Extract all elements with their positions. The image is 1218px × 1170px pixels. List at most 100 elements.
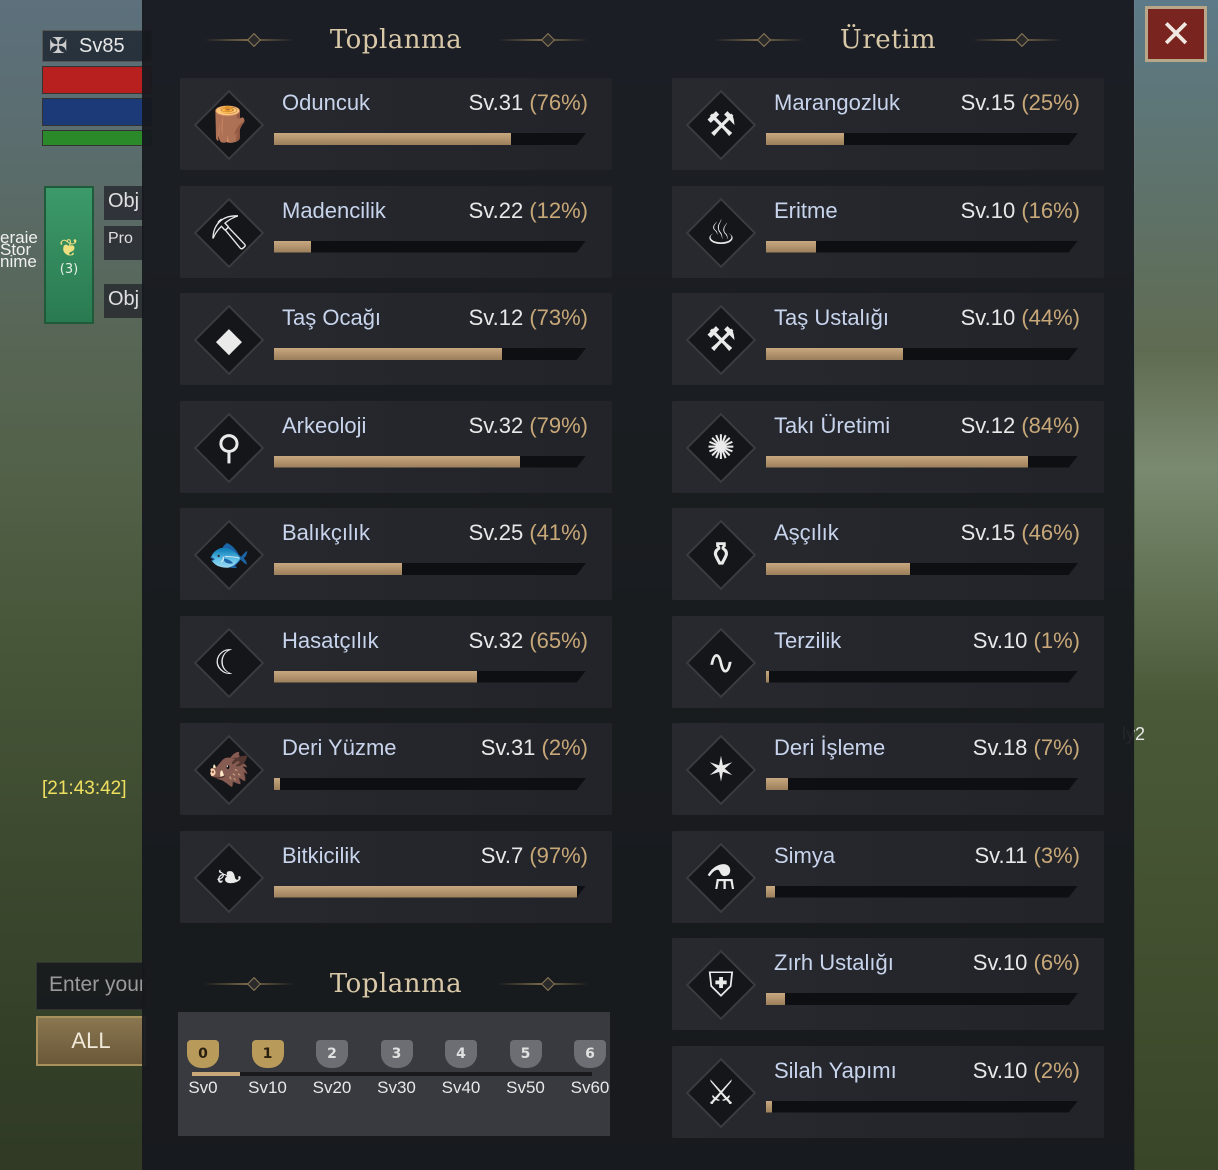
- production-skill-card[interactable]: ♨ Eritme Sv.10 (16%): [672, 185, 1104, 278]
- player-frame[interactable]: ✠ Sv85: [42, 30, 152, 146]
- skill-percent: (7%): [1033, 735, 1080, 760]
- shovel-icon: ⚲: [216, 427, 242, 468]
- skill-progress-fill: [766, 455, 1029, 468]
- skill-progress-fill: [274, 455, 521, 468]
- gathering-skill-card[interactable]: ❧ Bitkicilik Sv.7 (97%): [180, 830, 612, 923]
- skill-level-value: Sv.7: [480, 842, 530, 868]
- skill-progress-fill: [274, 563, 402, 575]
- production-skill-card[interactable]: ✶ Deri İşleme Sv.18 (7%): [672, 723, 1104, 815]
- gathering-skill-card[interactable]: ⚲ Arkeoloji Sv.32 (79%): [180, 400, 612, 493]
- gathering-skill-card[interactable]: 🐟 Balıkçılık Sv.25 (41%): [180, 508, 612, 600]
- skill-progress-bar: [766, 563, 1078, 575]
- production-skill-card[interactable]: ⚒ Marangozluk Sv.15 (25%): [672, 78, 1104, 170]
- skill-level-value: Sv.10: [972, 950, 1034, 975]
- fish-icon: 🐟: [207, 535, 251, 575]
- objective-line-2[interactable]: Pro: [104, 226, 144, 260]
- player-level: Sv85: [79, 34, 125, 57]
- skill-progress-bar: [766, 133, 1078, 145]
- skill-name: Oduncuk: [282, 90, 371, 115]
- gathering-title: Toplanma: [329, 25, 463, 55]
- experience-bar: [42, 130, 152, 146]
- production-skill-card[interactable]: ✺ Takı Üretimi Sv.12 (84%): [672, 400, 1104, 493]
- skill-progress-fill: [766, 1100, 773, 1113]
- skill-level-value: Sv.11: [974, 842, 1034, 868]
- gathering-skill-card[interactable]: ◆ Taş Ocağı Sv.12 (73%): [180, 293, 612, 385]
- objective-2-text: Obj: [108, 288, 140, 310]
- production-skill-card[interactable]: ⚱ Aşçılık Sv.15 (46%): [672, 508, 1104, 600]
- header-ornament-right: [972, 39, 1063, 41]
- skill-level-value: Sv.10: [972, 1057, 1034, 1083]
- header-ornament-left: [713, 39, 804, 41]
- tier-title: Toplanma: [329, 969, 463, 999]
- tier-label: Sv50: [506, 1078, 545, 1097]
- skill-level-value: Sv.10: [960, 197, 1022, 223]
- tier-badge-icon: 0: [187, 1040, 219, 1068]
- production-skill-card[interactable]: ⚔ Silah Yapımı Sv.10 (2%): [672, 1045, 1104, 1138]
- gathering-skill-card[interactable]: 🪵 Oduncuk Sv.31 (76%): [180, 78, 612, 170]
- production-skill-card[interactable]: ⛨ Zırh Ustalığı Sv.10 (6%): [672, 938, 1104, 1030]
- gem-icon: ✺: [706, 427, 736, 468]
- skill-progress-bar: [766, 993, 1078, 1005]
- quest-tracker-tab[interactable]: ❦ (3): [44, 186, 94, 324]
- skill-icon-frame: ⚒: [685, 304, 757, 376]
- skill-level-value: Sv.18: [972, 735, 1034, 760]
- gathering-skill-card[interactable]: ⛏ Madencilik Sv.22 (12%): [180, 185, 612, 278]
- production-skill-card[interactable]: ⚒ Taş Ustalığı Sv.10 (44%): [672, 293, 1104, 385]
- quest-count: (3): [59, 261, 79, 277]
- production-skill-card[interactable]: ∿ Terzilik Sv.10 (1%): [672, 615, 1104, 708]
- skill-level-value: Sv.15: [960, 520, 1022, 545]
- skill-name: Balıkçılık: [282, 520, 371, 545]
- header-ornament-left: [203, 39, 294, 41]
- skill-level: Sv.32 (65%): [469, 628, 588, 654]
- skill-level-value: Sv.32: [468, 627, 530, 653]
- player-name-bar: ✠ Sv85: [42, 30, 152, 62]
- skill-icon-frame: ☾: [193, 627, 265, 698]
- objective-line-3[interactable]: Obj: [104, 284, 144, 318]
- skill-progress-bar: [766, 240, 1078, 253]
- skill-progress-fill: [766, 240, 816, 253]
- gathering-skill-card[interactable]: 🐗 Deri Yüzme Sv.31 (2%): [180, 723, 612, 815]
- skill-level: Sv.31 (76%): [469, 90, 588, 116]
- skill-icon-frame: 🐟: [193, 519, 265, 591]
- close-button[interactable]: ✕: [1145, 6, 1207, 62]
- skill-progress-fill: [766, 670, 770, 683]
- mana-bar: [42, 98, 152, 126]
- tier-badge-icon: 1: [251, 1040, 284, 1068]
- skill-progress-bar: [766, 348, 1078, 360]
- skill-level-value: Sv.31: [480, 735, 542, 760]
- chat-all-button[interactable]: ALL: [36, 1016, 146, 1066]
- skill-percent: (16%): [1021, 197, 1080, 223]
- skill-level: Sv.31 (2%): [481, 735, 588, 761]
- skill-progress-fill: [766, 885, 776, 898]
- sickle-icon: ☾: [213, 642, 245, 683]
- skill-level: Sv.10 (6%): [973, 950, 1080, 976]
- tier-item: 5 Sv50: [501, 1040, 551, 1098]
- needle-icon: ∿: [706, 642, 736, 683]
- production-skill-card[interactable]: ⚗ Simya Sv.11 (3%): [672, 830, 1104, 923]
- skill-percent: (44%): [1021, 305, 1080, 330]
- tier-item: 6 Sv60: [565, 1040, 615, 1098]
- skill-percent: (12%): [529, 197, 588, 223]
- tier-header: Toplanma: [180, 964, 612, 1004]
- objective-1-text: Obj: [108, 190, 140, 212]
- header-ornament-right: [498, 39, 589, 41]
- skill-progress-bar: [274, 240, 586, 253]
- tier-badge-icon: 5: [509, 1040, 542, 1068]
- tier-label: Sv30: [377, 1078, 416, 1097]
- skill-progress-bar: [274, 563, 586, 575]
- header-ornament-right: [498, 983, 589, 985]
- skill-percent: (41%): [529, 520, 588, 545]
- skill-percent: (3%): [1033, 842, 1080, 868]
- skill-icon-frame: 🐗: [193, 734, 265, 806]
- guild-cross-icon: ✠: [49, 33, 68, 58]
- skill-icon-frame: ⚔: [685, 1057, 757, 1128]
- skill-level-value: Sv.25: [468, 520, 530, 545]
- skill-name: Eritme: [774, 197, 838, 223]
- objective-line-1[interactable]: Obj: [104, 186, 144, 220]
- gathering-skill-card[interactable]: ☾ Hasatçılık Sv.32 (65%): [180, 615, 612, 708]
- skill-progress-bar: [274, 885, 586, 898]
- chat-input[interactable]: Enter your message: [36, 962, 146, 1010]
- skill-name: Marangozluk: [774, 90, 900, 115]
- herb-icon: ❧: [214, 857, 244, 898]
- skill-level-value: Sv.10: [972, 627, 1034, 653]
